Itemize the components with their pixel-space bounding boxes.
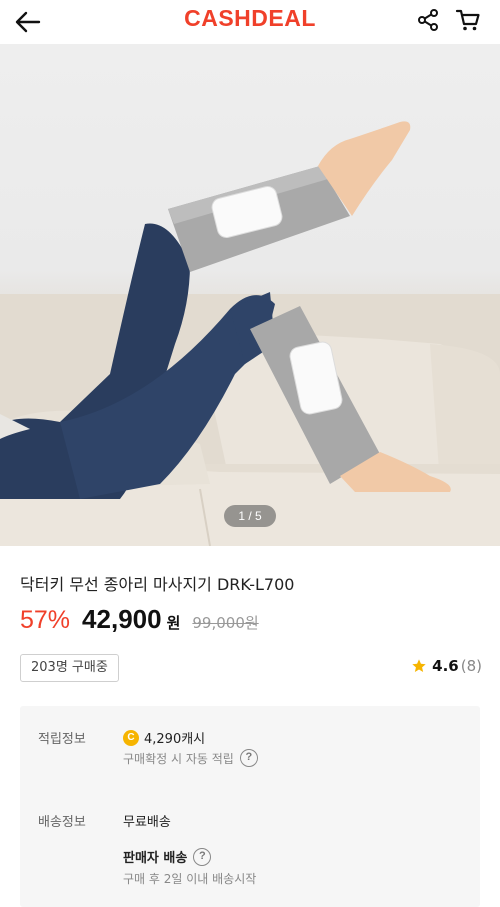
reward-note: 구매확정 시 자동 적립: [123, 751, 234, 766]
purchase-info-box: 적립정보 C 4,290캐시 구매확정 시 자동 적립 ? 배송정보 무료배송 …: [20, 706, 480, 907]
cart-button[interactable]: [453, 5, 483, 35]
share-icon: [418, 9, 438, 31]
image-counter: 1 / 5: [224, 505, 276, 527]
seller-shipping: 판매자 배송: [123, 851, 188, 866]
product-title: 닥터키 무선 종아리 마사지기 DRK-L700: [20, 575, 295, 594]
reward-help-icon[interactable]: ?: [239, 749, 258, 767]
reward-note-row: 구매확정 시 자동 적립 ?: [123, 749, 258, 767]
star-icon: [412, 659, 426, 672]
shipping-note: 구매 후 2일 이내 배송시작: [123, 872, 257, 886]
sale-price: 42,900: [82, 604, 162, 634]
price-row: 57% 42,900 원 99,000원: [20, 604, 259, 635]
cart-icon: [455, 9, 480, 31]
product-photo: [0, 121, 500, 546]
discount-rate: 57%: [20, 606, 71, 634]
reward-value: 4,290캐시: [144, 732, 206, 747]
shipping-label: 배송정보: [38, 815, 86, 830]
shipping-value: 무료배송: [123, 815, 171, 830]
buyers-badge: 203명 구매중: [20, 654, 119, 682]
currency-unit: 원: [166, 614, 181, 632]
app-header: CASHDEAL: [0, 0, 500, 44]
original-price: 99,000원: [192, 614, 259, 632]
share-button[interactable]: [413, 5, 443, 35]
rating-summary[interactable]: 4.6 (8): [411, 657, 482, 675]
reward-label: 적립정보: [38, 732, 86, 747]
cash-coin-icon: C: [123, 729, 139, 746]
review-count: (8): [460, 657, 482, 675]
reward-value-row: C 4,290캐시: [123, 728, 205, 747]
shipping-help-icon[interactable]: ?: [193, 847, 212, 866]
product-image-gallery[interactable]: 1 / 5: [0, 44, 500, 546]
rating-score: 4.6: [432, 657, 459, 675]
seller-shipping-row: 판매자 배송 ?: [123, 847, 212, 866]
